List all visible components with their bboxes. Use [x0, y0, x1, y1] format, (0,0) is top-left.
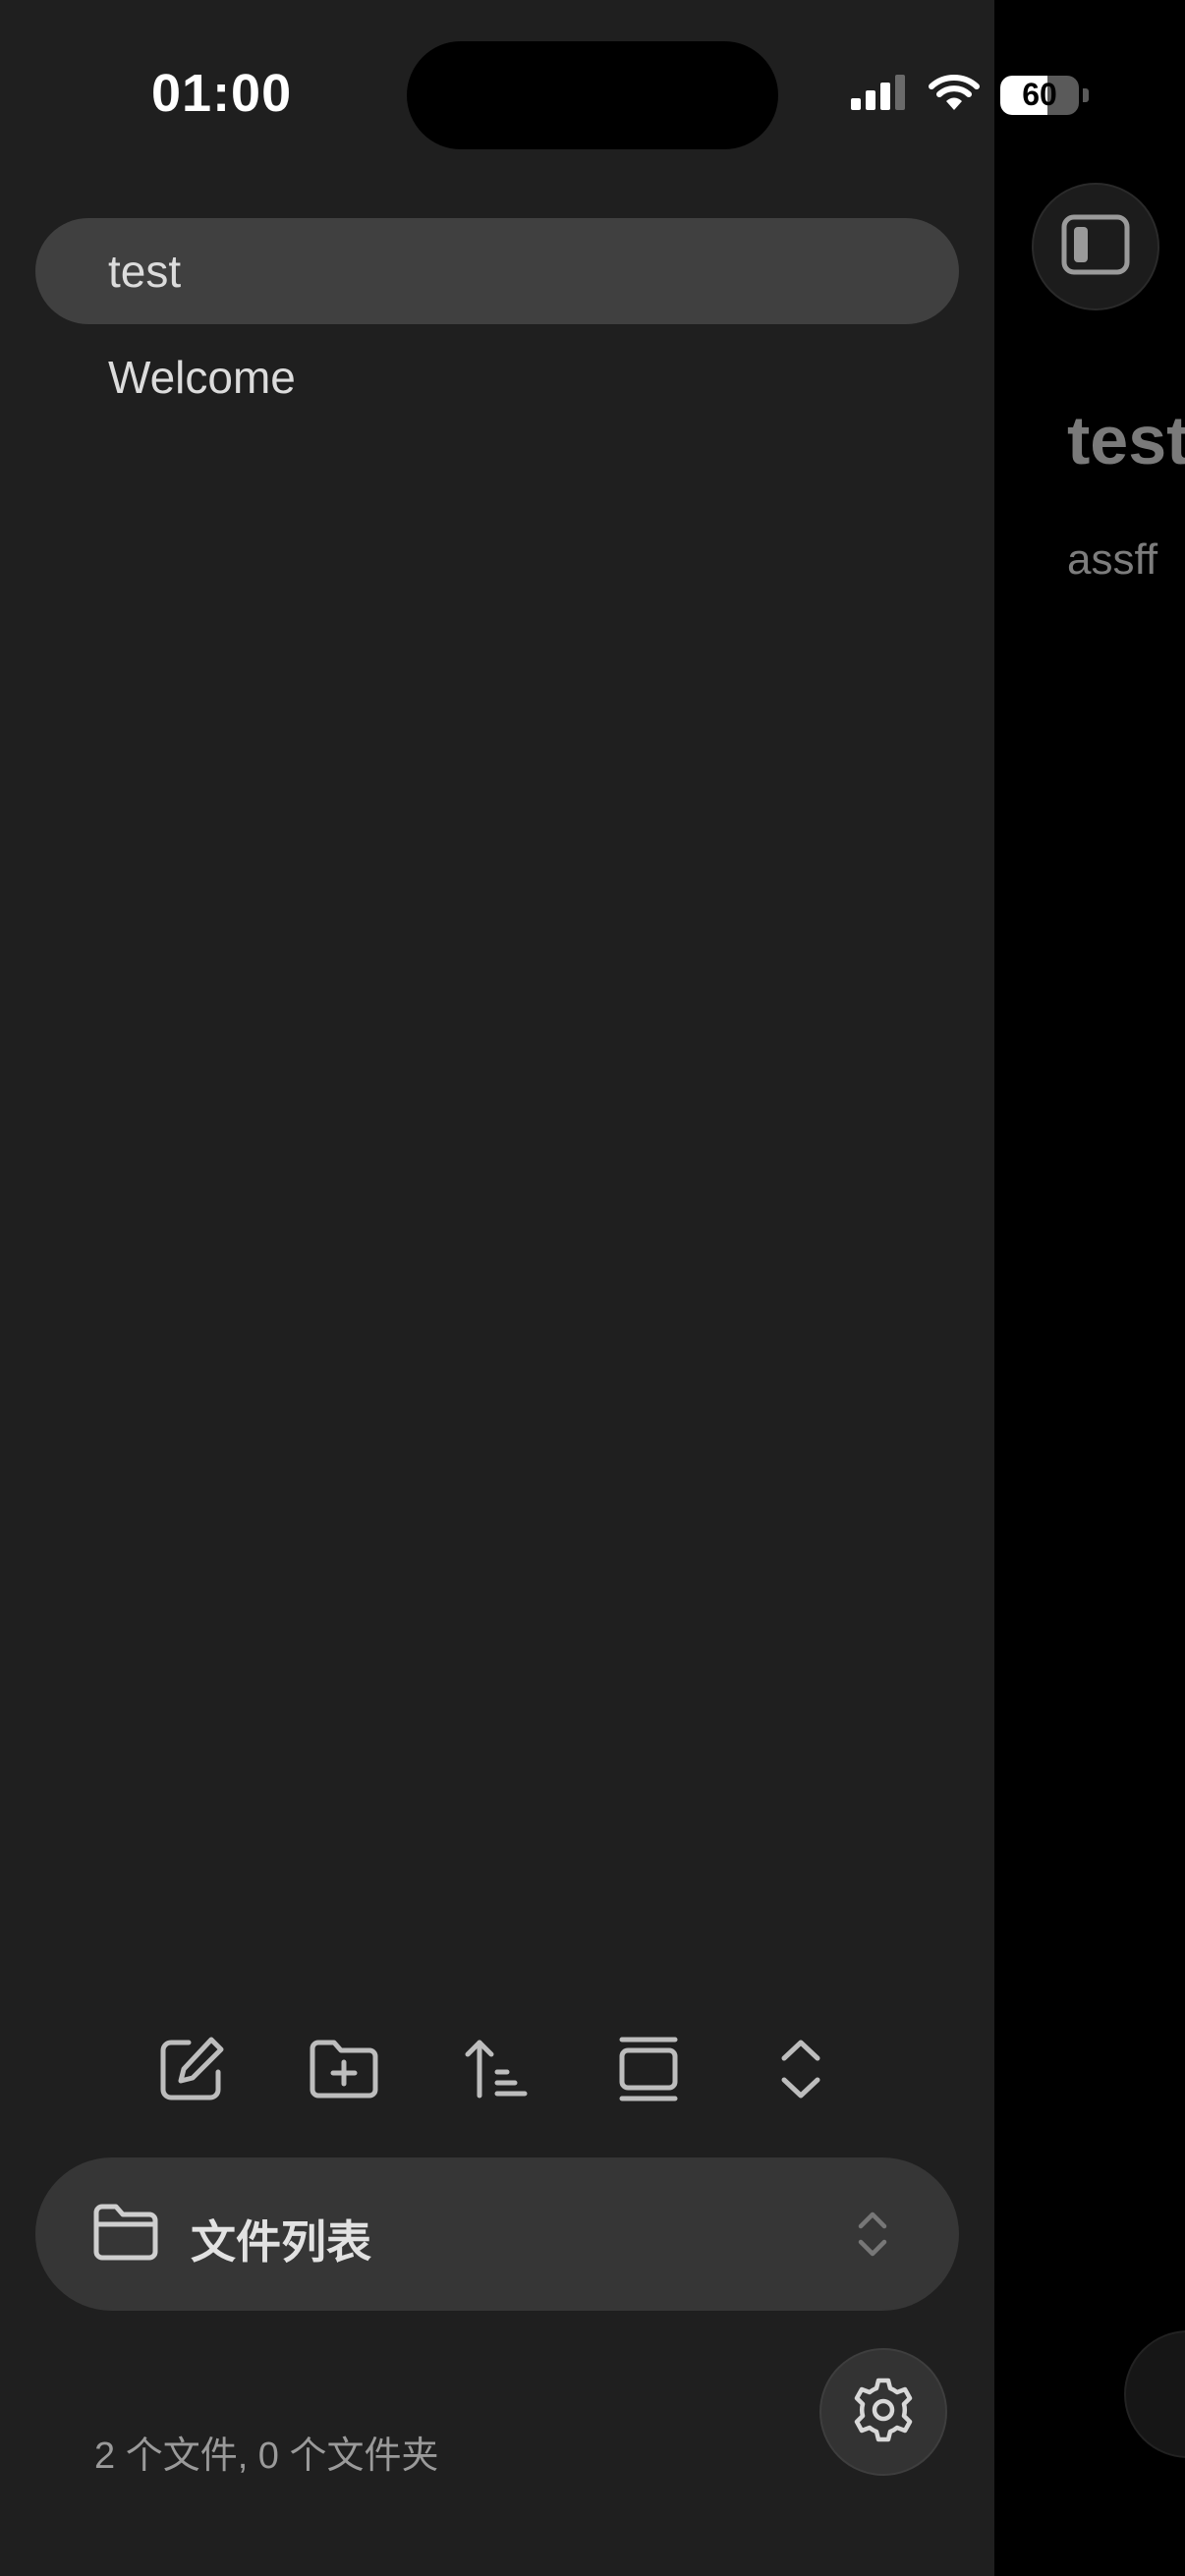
content-action-button[interactable] — [1124, 2330, 1185, 2458]
vault-label: 文件列表 — [191, 2216, 371, 2268]
file-count-label: 2 个文件, 0 个文件夹 — [94, 2436, 439, 2477]
app-screen: test assff 01:00 60 test Welcome 文件列表 2 … — [0, 0, 1185, 2576]
note-title[interactable]: test — [1067, 401, 1185, 479]
status-time: 01:00 — [151, 64, 293, 123]
sidebar: 01:00 60 test Welcome 文件列表 2 个文件, 0 个文件夹 — [0, 0, 1089, 2576]
status-icons: 60 — [849, 73, 1089, 117]
expand-collapse-icon — [776, 2037, 825, 2106]
dynamic-island — [407, 41, 778, 149]
note-body[interactable]: assff — [1067, 535, 1157, 585]
sidebar-toggle-button[interactable] — [1032, 183, 1159, 310]
file-toolbar — [147, 2032, 835, 2110]
view-mode-button[interactable] — [609, 2032, 688, 2110]
battery-level: 60 — [1022, 77, 1057, 112]
file-item-label: Welcome — [108, 352, 296, 403]
vault-selector[interactable]: 文件列表 — [35, 2157, 959, 2311]
wifi-icon — [928, 73, 981, 117]
folder-icon — [92, 2203, 159, 2267]
battery-nub — [1083, 87, 1089, 102]
new-folder-button[interactable] — [305, 2032, 383, 2110]
sort-icon — [464, 2037, 529, 2106]
file-item-welcome[interactable]: Welcome — [35, 324, 959, 430]
sidebar-toggle-icon — [1061, 214, 1130, 280]
note-content-pane: test assff — [994, 0, 1185, 2576]
settings-button[interactable] — [819, 2348, 947, 2476]
file-item-test[interactable]: test — [35, 218, 959, 324]
gear-icon — [850, 2377, 917, 2448]
expand-collapse-button[interactable] — [762, 2032, 840, 2110]
view-mode-icon — [616, 2035, 681, 2108]
new-note-button[interactable] — [152, 2032, 231, 2110]
battery-icon: 60 — [1000, 75, 1079, 115]
file-item-label: test — [108, 246, 182, 297]
chevron-updown-icon — [853, 2205, 892, 2268]
sort-button[interactable] — [457, 2032, 536, 2110]
new-folder-icon — [309, 2039, 379, 2104]
signal-icon — [849, 73, 908, 117]
new-note-icon — [157, 2035, 226, 2108]
